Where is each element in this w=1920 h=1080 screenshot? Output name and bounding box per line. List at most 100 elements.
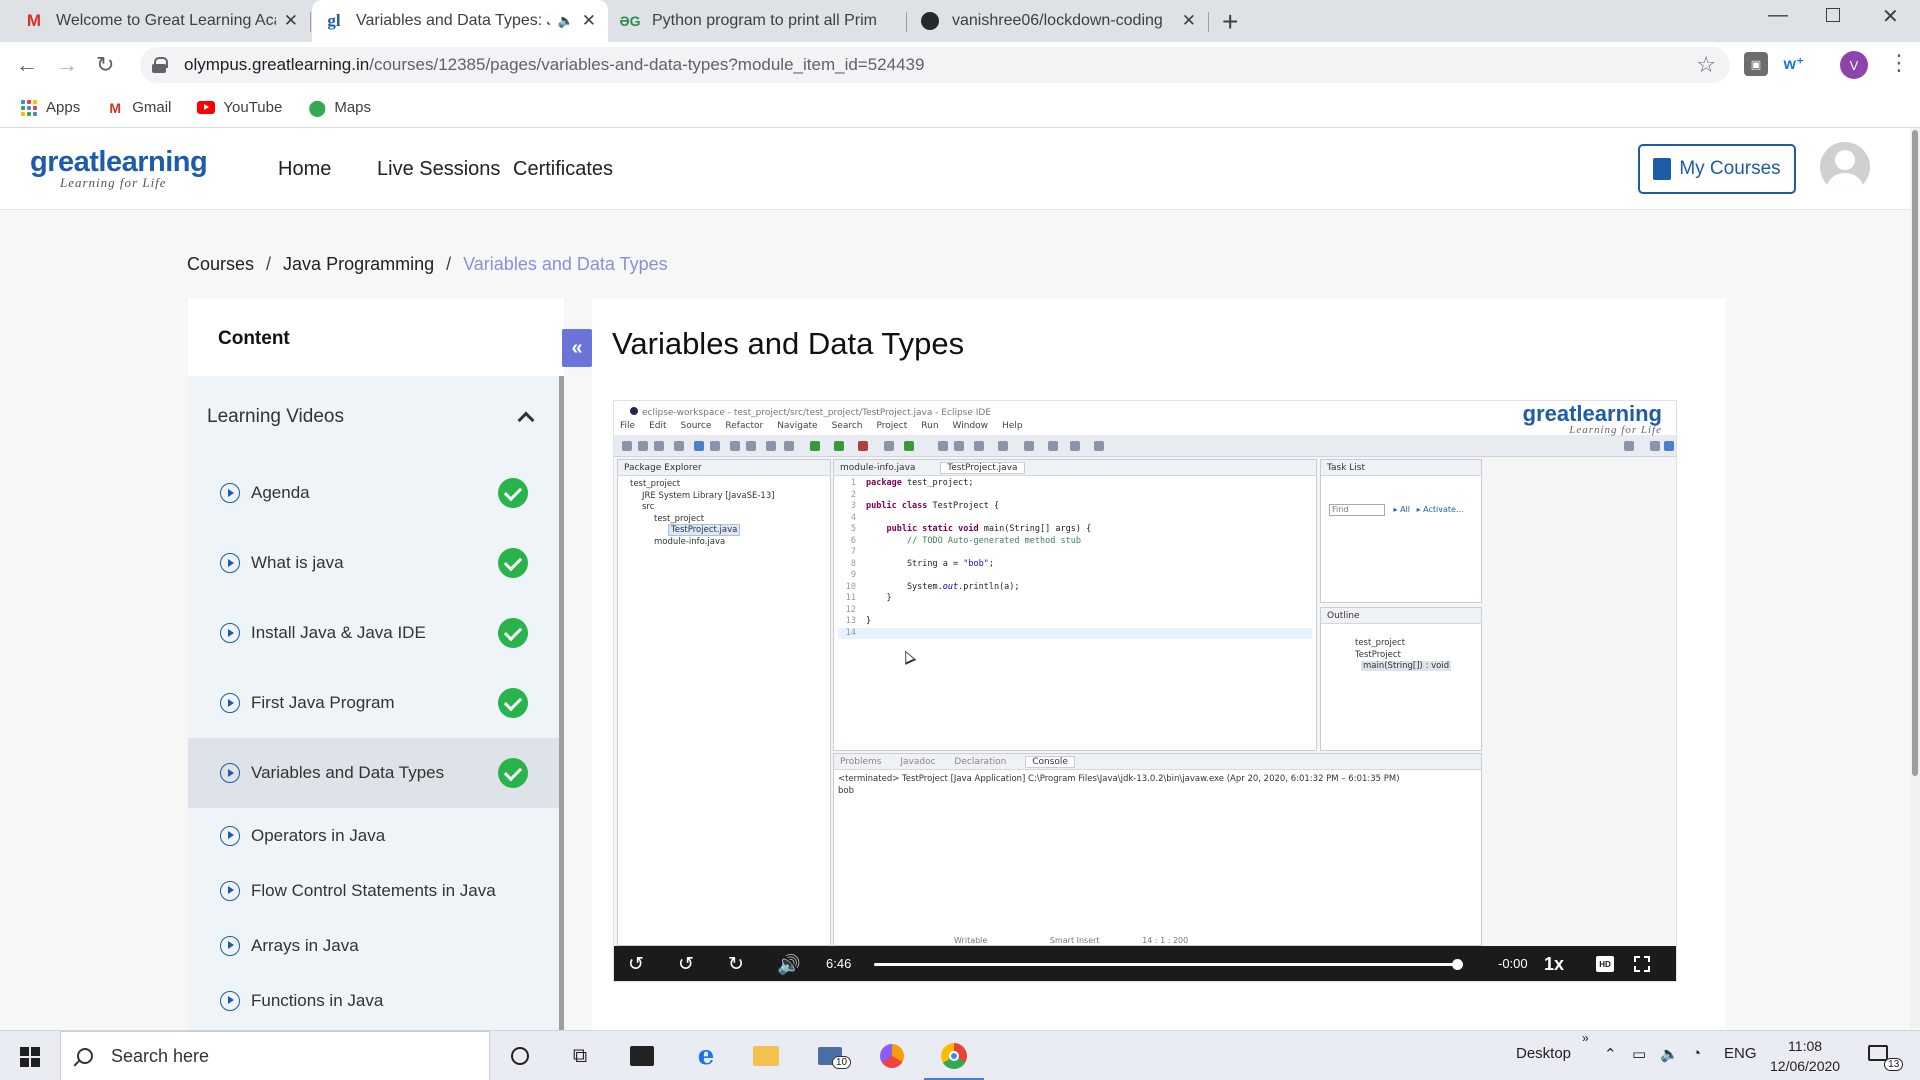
user-avatar[interactable] [1820, 142, 1870, 192]
progress-knob[interactable] [1452, 959, 1463, 970]
lock-icon[interactable] [152, 57, 168, 73]
sidebar-item-variables-data-types[interactable]: Variables and Data Types [188, 738, 564, 808]
bookmark-apps[interactable]: Apps [20, 99, 80, 117]
ide-menu-item: Help [1002, 421, 1023, 431]
scrollbar-thumb[interactable] [1912, 130, 1918, 776]
console-output: <terminated> TestProject [Java Applicati… [838, 774, 1400, 796]
play-circle-icon [220, 825, 240, 846]
reload-icon[interactable]: ↻ [96, 52, 114, 78]
play-circle-icon [220, 935, 240, 956]
brave-browser-icon[interactable] [878, 1042, 906, 1070]
collapse-sidebar-button[interactable]: « [562, 329, 592, 367]
forward-10-icon[interactable]: ↻ [728, 953, 744, 976]
chevron-up-icon[interactable] [517, 411, 535, 429]
code-editor-pane: module-info.java TestProject.java 1 packa… [833, 459, 1317, 751]
console-pane: Problems Javadoc Declaration Console <te… [833, 753, 1482, 946]
mail-badge: 10 [832, 1056, 852, 1069]
tab-github[interactable]: vanishree06/lockdown-coding ✕ [908, 0, 1208, 42]
speaker-icon[interactable]: 🔈 [558, 13, 574, 29]
greatlearning-logo[interactable]: greatlearning Learning for Life [30, 146, 208, 191]
address-bar[interactable]: olympus.greatlearning.in/courses/12385/p… [140, 47, 1730, 83]
bookmark-maps[interactable]: ⬤ Maps [308, 99, 371, 117]
nav-home[interactable]: Home [278, 158, 331, 181]
store-icon[interactable] [628, 1042, 656, 1070]
sidebar-item-agenda[interactable]: Agenda [188, 458, 564, 528]
sidebar-heading: Content [188, 298, 564, 376]
video-progress-bar[interactable] [874, 959, 1463, 970]
browser-toolbar: ← → ↻ olympus.greatlearning.in/courses/1… [0, 42, 1920, 88]
sidebar-item-install-java[interactable]: Install Java & Java IDE [188, 598, 564, 668]
close-tab-icon[interactable]: ✕ [284, 11, 298, 31]
forward-arrow-icon[interactable]: → [56, 52, 78, 78]
taskbar-search-box[interactable]: Search here [60, 1031, 490, 1080]
task-view-icon[interactable]: ⧉ [566, 1042, 594, 1070]
rewind-10-icon[interactable]: ↺ [678, 953, 694, 976]
profile-avatar[interactable]: V [1840, 51, 1868, 79]
url-text[interactable]: olympus.greatlearning.in/courses/12385/p… [184, 55, 924, 75]
maps-pin-icon: ⬤ [308, 99, 327, 117]
play-circle-icon [220, 763, 240, 783]
sidebar-scrollbar[interactable] [559, 376, 564, 1030]
battery-icon[interactable]: ▭ [1632, 1045, 1646, 1063]
close-window-button[interactable]: ✕ [1882, 4, 1899, 29]
chrome-menu-icon[interactable]: ⋮ [1888, 50, 1910, 76]
notification-center-icon[interactable]: 13 [1868, 1045, 1911, 1071]
sidebar-item-what-is-java[interactable]: What is java [188, 528, 564, 598]
language-indicator[interactable]: ENG [1724, 1045, 1757, 1062]
replay-icon[interactable]: ↺ [628, 953, 644, 976]
breadcrumb-java-programming[interactable]: Java Programming [283, 254, 434, 275]
breadcrumb-courses[interactable]: Courses [187, 254, 254, 275]
learning-videos-section[interactable]: Learning Videos [188, 376, 564, 458]
playback-speed-button[interactable]: 1x [1544, 954, 1564, 975]
sidebar-item-functions[interactable]: Functions in Java [188, 973, 564, 1028]
toolbar-overflow-icon[interactable]: » [1582, 1031, 1589, 1045]
close-tab-icon[interactable]: ✕ [1182, 11, 1196, 31]
nav-live-sessions[interactable]: Live Sessions [377, 158, 500, 181]
speaker-icon[interactable]: 🔈 [1660, 1045, 1679, 1063]
gmail-icon: M [26, 11, 42, 30]
tab-separator [310, 12, 311, 32]
tab-geeksforgeeks[interactable]: ƏG Python program to print all Prim [608, 0, 906, 42]
play-circle-icon [220, 990, 240, 1011]
desktop-toolbar[interactable]: Desktop [1516, 1045, 1571, 1062]
writer-extension-icon[interactable]: w⁺ [1782, 52, 1806, 76]
sidebar-item-first-java-program[interactable]: First Java Program [188, 668, 564, 738]
maximize-window-button[interactable] [1826, 8, 1840, 22]
wifi-icon[interactable]: ◔ [1692, 1045, 1701, 1062]
new-tab-button[interactable]: + [1222, 6, 1238, 38]
back-arrow-icon[interactable]: ← [16, 52, 38, 78]
chrome-icon[interactable] [940, 1042, 968, 1070]
system-clock[interactable]: 11:08 12/06/2020 [1770, 1036, 1840, 1076]
sidebar-item-operators[interactable]: Operators in Java [188, 808, 564, 863]
tab-variables-data-types[interactable]: gl Variables and Data Types: Jav 🔈 ✕ [312, 0, 608, 42]
extension-icon[interactable]: ▣ [1744, 52, 1768, 76]
my-courses-button[interactable]: My Courses [1638, 144, 1796, 194]
page-scrollbar[interactable] [1910, 128, 1920, 1028]
sidebar-item-flow-control[interactable]: Flow Control Statements in Java [188, 863, 564, 918]
bookmark-gmail[interactable]: M Gmail [106, 99, 171, 117]
content-sidebar: Content Learning Videos Agenda What is j… [188, 298, 564, 1030]
outline-pane: Outline test_project TestProject main(St… [1320, 607, 1482, 751]
edge-icon[interactable]: e [692, 1041, 720, 1071]
sidebar-item-arrays[interactable]: Arrays in Java [188, 918, 564, 973]
show-hidden-icons-chevron[interactable]: ⌃ [1604, 1045, 1617, 1063]
nav-certificates[interactable]: Certificates [513, 158, 613, 181]
cortana-icon[interactable] [506, 1042, 534, 1070]
bookmark-youtube[interactable]: YouTube [197, 99, 282, 117]
completed-check-icon [498, 478, 528, 508]
ide-menubar: File Edit Source Refactor Navigate Searc… [614, 421, 1676, 435]
bookmark-star-icon[interactable]: ☆ [1696, 52, 1716, 78]
tab-gmail[interactable]: M Welcome to Great Learning Acad ✕ [12, 0, 310, 42]
page-title: Variables and Data Types [612, 326, 965, 361]
breadcrumb: Courses / Java Programming / Variables a… [187, 254, 668, 275]
minimize-window-button[interactable]: — [1768, 4, 1788, 27]
volume-icon[interactable]: 🔊 [777, 953, 801, 977]
mail-icon[interactable]: 10 [816, 1042, 852, 1070]
close-tab-icon[interactable]: ✕ [582, 11, 596, 31]
video-player[interactable]: eclipse-workspace - test_project/src/tes… [613, 400, 1677, 982]
file-explorer-icon[interactable] [752, 1042, 780, 1070]
hd-quality-icon[interactable]: HD [1596, 956, 1614, 972]
fullscreen-icon[interactable] [1634, 956, 1650, 972]
project-tree: test_project JRE System Library [JavaSE-… [630, 479, 775, 547]
windows-start-icon[interactable] [20, 1047, 40, 1067]
